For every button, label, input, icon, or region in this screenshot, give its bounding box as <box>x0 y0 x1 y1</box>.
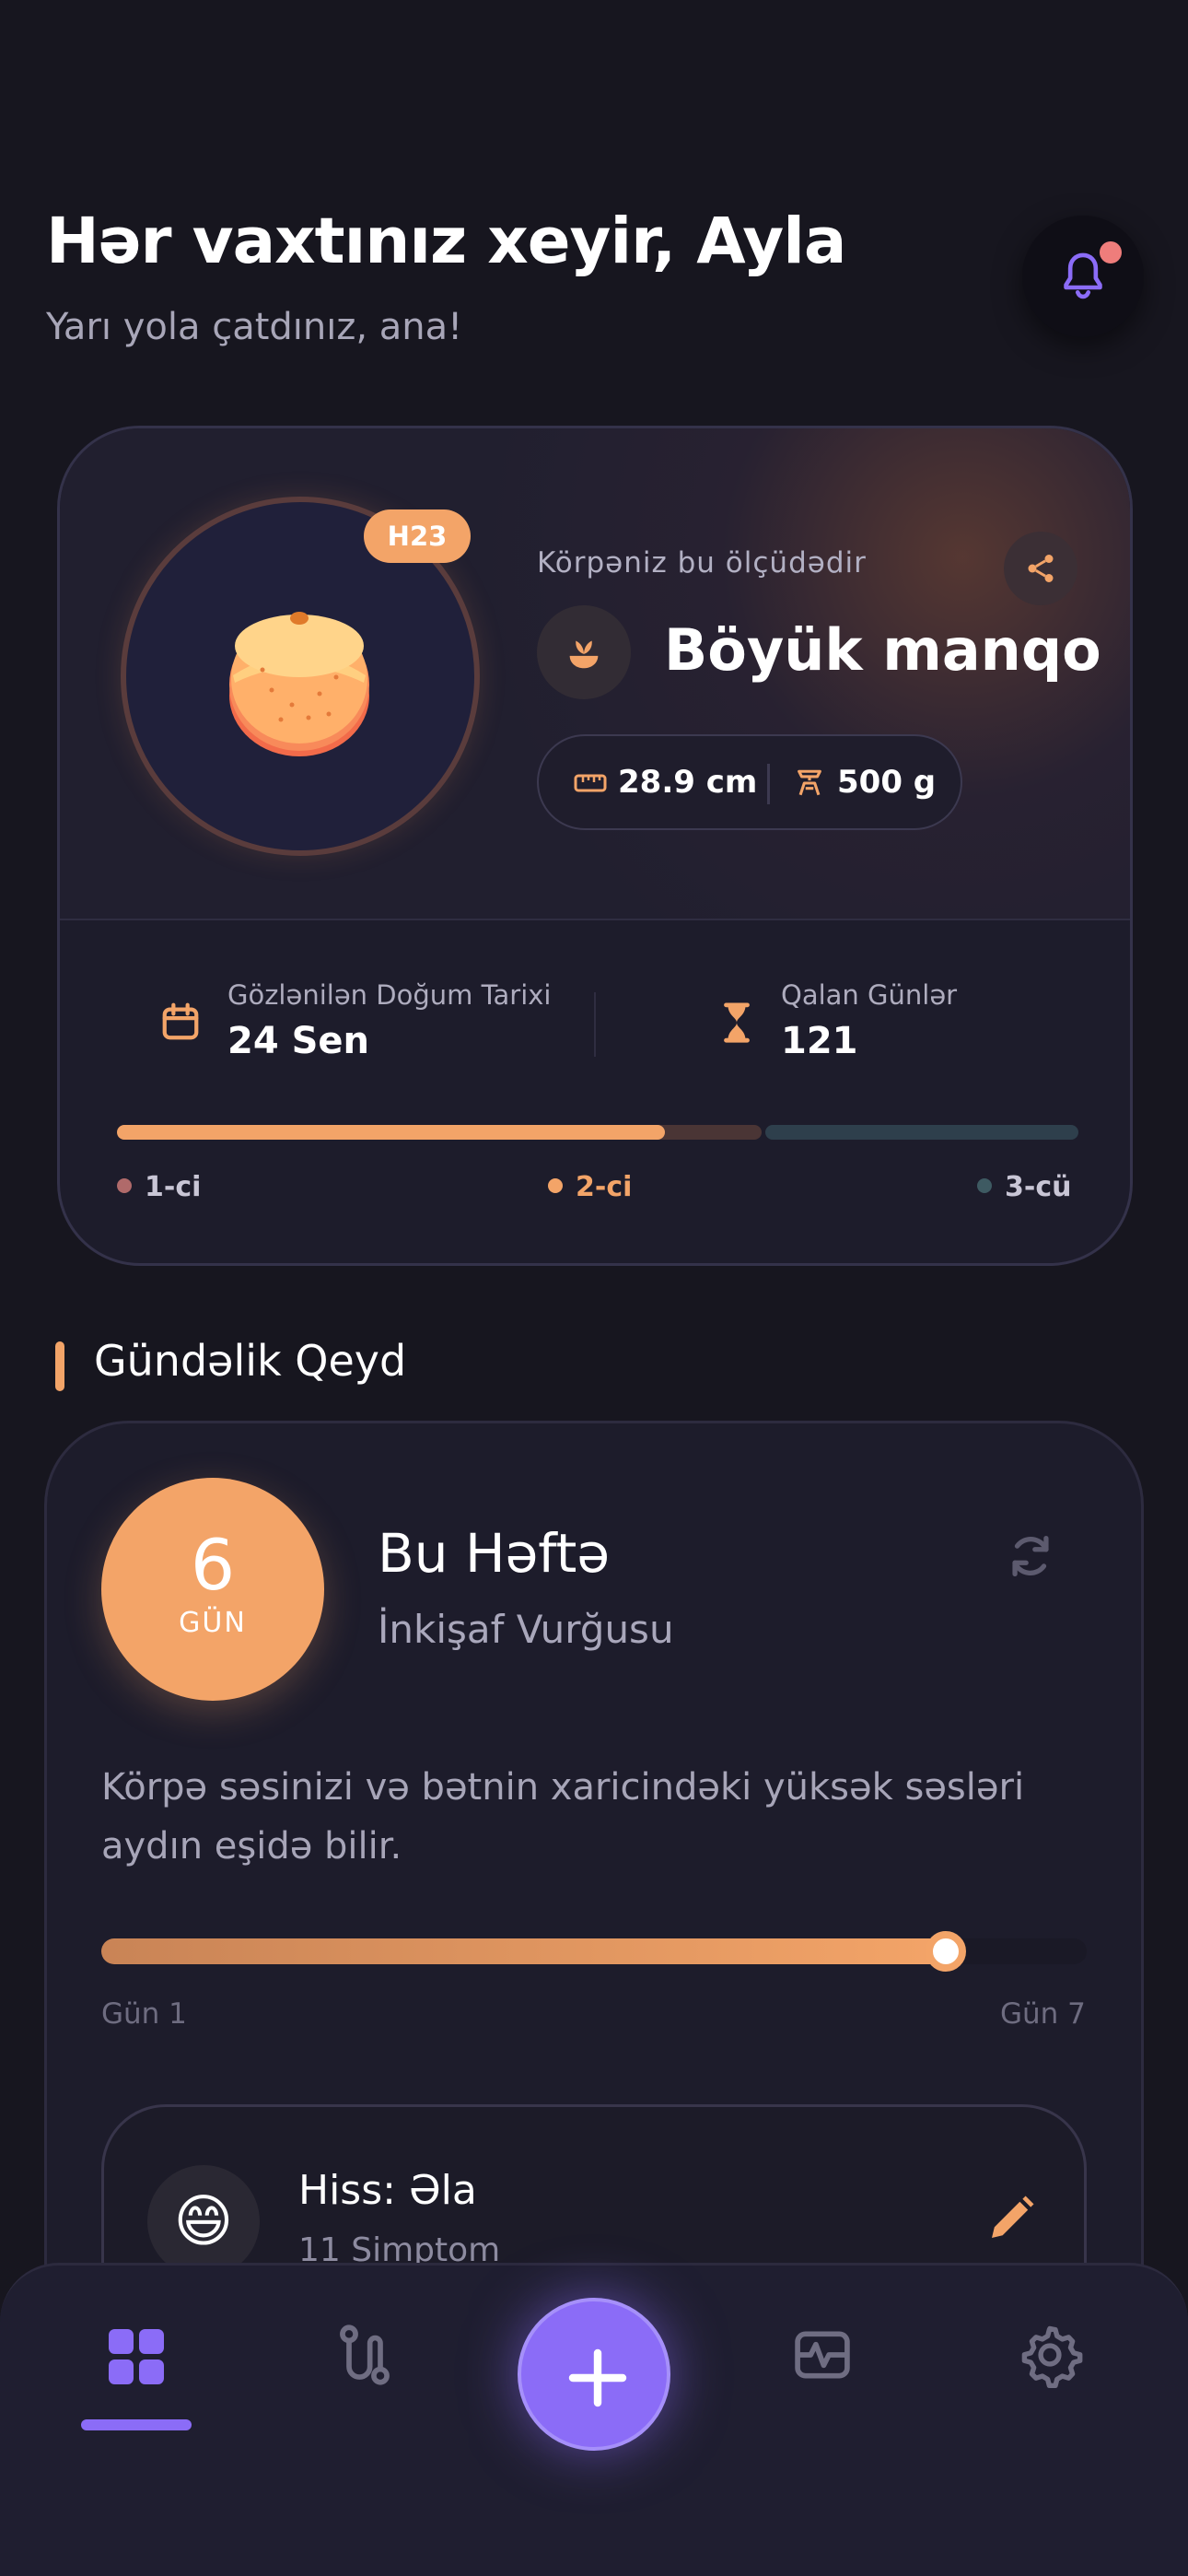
week-progress-fill <box>101 1938 946 1964</box>
progress-end-label: Gün 7 <box>1000 1997 1086 2031</box>
fruit-name: Böyük manqo <box>664 616 1101 684</box>
day-counter-badge: 6 GÜN <box>101 1478 324 1701</box>
share-icon <box>1028 555 1054 582</box>
mood-label: Hiss: Əla <box>298 2167 477 2214</box>
week-progress-handle[interactable] <box>926 1931 966 1972</box>
length-value: 28.9 cm <box>618 764 758 801</box>
trimester-2-label: 2-ci <box>548 1171 632 1203</box>
size-label: Körpəniz bu ölçüdədir <box>537 546 867 580</box>
notifications-button[interactable] <box>1022 216 1144 337</box>
remaining-days-label: Qalan Günlər <box>781 979 958 1011</box>
weight-scale-icon <box>798 769 821 796</box>
week-title: Bu Həftə <box>378 1522 611 1585</box>
add-button[interactable] <box>518 2298 670 2451</box>
focus-label: İnkişaf Vurğusu <box>378 1607 674 1652</box>
weight-value: 500 g <box>837 764 937 801</box>
edit-icon[interactable] <box>985 2193 1037 2244</box>
due-date-label: Gözlənilən Doğum Tarixi <box>227 979 552 1011</box>
fruit-icon-badge <box>537 605 631 699</box>
trimester-progress-fill <box>117 1125 665 1140</box>
section-title: Gündəlik Qeyd <box>94 1336 407 1386</box>
remaining-days-value: 121 <box>781 1020 858 1062</box>
trimester-1-label: 1-ci <box>117 1171 201 1203</box>
trimester-3-label: 3-cü <box>977 1171 1071 1203</box>
day-unit: GÜN <box>179 1607 247 1639</box>
ruler-icon <box>574 774 607 792</box>
week-badge: H23 <box>364 509 471 563</box>
greeting-subtitle: Yarı yola çatdınız, ana! <box>46 306 463 348</box>
timeline-icon[interactable] <box>333 2322 396 2388</box>
mood-emoji: 😄 <box>147 2165 260 2277</box>
third-trimester-track <box>765 1125 1078 1140</box>
refresh-icon[interactable] <box>1004 1529 1057 1583</box>
mango-illustration <box>229 612 369 756</box>
progress-start-label: Gün 1 <box>101 1997 187 2031</box>
development-description: Körpə səsinizi və bətnin xaricindəki yük… <box>101 1766 1025 1868</box>
hourglass-icon <box>724 1002 750 1043</box>
section-accent-bar <box>55 1341 64 1391</box>
add-icon <box>568 2348 627 2407</box>
settings-icon[interactable] <box>1017 2322 1083 2388</box>
calendar-icon <box>162 1002 199 1040</box>
size-stats-pill: 28.9 cm 500 g <box>537 734 962 830</box>
active-tab-indicator <box>81 2419 192 2430</box>
notification-dot <box>1100 241 1122 263</box>
due-date-value: 24 Sen <box>227 1020 370 1062</box>
share-button[interactable] <box>1004 532 1077 605</box>
health-monitor-icon[interactable] <box>790 2324 855 2386</box>
dashboard-icon[interactable] <box>103 2324 169 2390</box>
day-number: 6 <box>190 1524 236 1606</box>
baby-size-card: H23 Körpəniz bu ölçüdədir Böyük manqo 28… <box>57 426 1133 1266</box>
greeting-title: Hər vaxtınız xeyir, Ayla <box>46 205 846 278</box>
sprout-icon <box>569 640 599 669</box>
